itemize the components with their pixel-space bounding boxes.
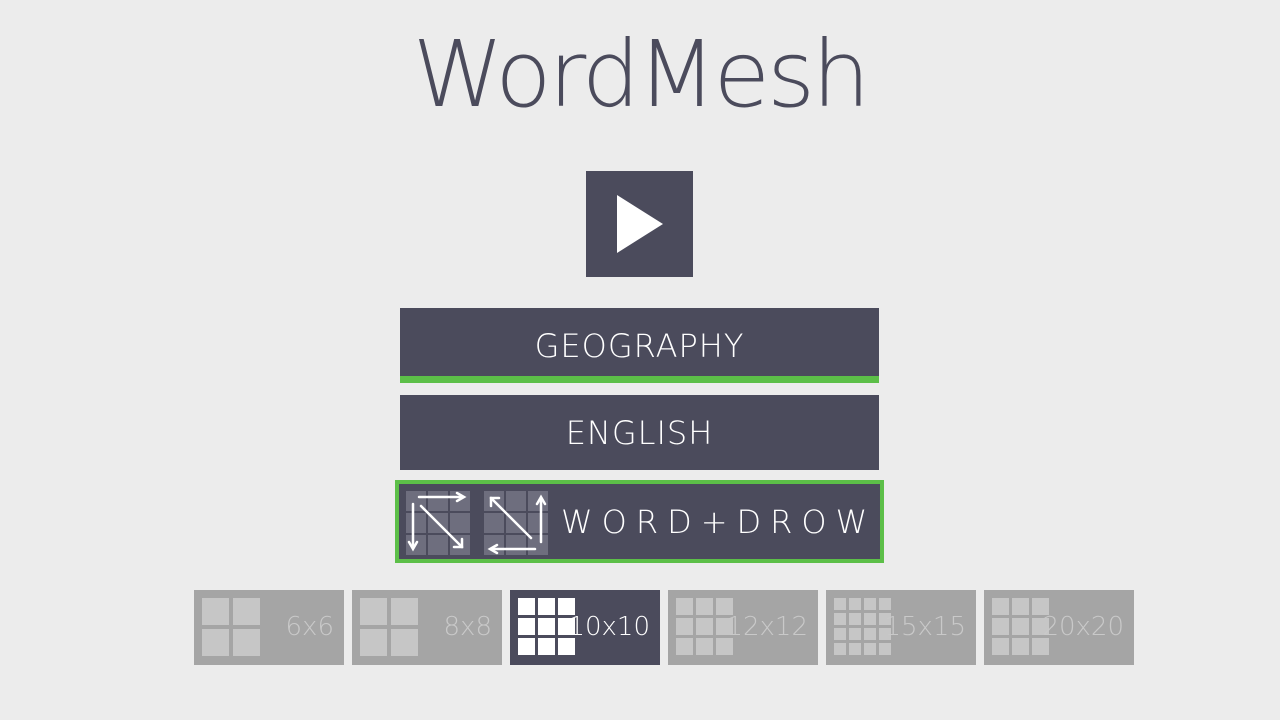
forward-directions-grid-icon [406,491,470,555]
grid-3x3-icon [518,598,575,655]
size-label: 15x15 [884,612,966,642]
grid-3x3-icon [992,598,1049,655]
size-8x8-button[interactable]: 8x8 [352,590,502,665]
reverse-directions-grid-icon [484,491,548,555]
size-6x6-button[interactable]: 6x6 [194,590,344,665]
category-english-button[interactable]: ENGLISH [400,395,879,470]
size-label: 8x8 [443,612,492,642]
category-geography-button[interactable]: GEOGRAPHY [400,308,879,383]
size-label: 10x10 [568,612,650,642]
grid-2x2-icon [202,598,260,656]
word-drow-mode-button[interactable]: WORD+DROW [395,480,884,563]
size-label: 20x20 [1042,612,1124,642]
main-menu-screen: WordMesh GEOGRAPHY ENGLISH WORD+DROW 6x6… [0,0,1280,720]
size-label: 12x12 [726,612,808,642]
play-button[interactable] [586,171,693,277]
play-icon [617,195,663,253]
game-title: WordMesh [412,21,871,128]
size-10x10-button[interactable]: 10x10 [510,590,660,665]
grid-2x2-icon [360,598,418,656]
size-15x15-button[interactable]: 15x15 [826,590,976,665]
size-20x20-button[interactable]: 20x20 [984,590,1134,665]
grid-4x4-icon [834,598,891,655]
grid-3x3-icon [676,598,733,655]
size-12x12-button[interactable]: 12x12 [668,590,818,665]
mode-label: WORD+DROW [561,503,877,541]
size-label: 6x6 [285,612,334,642]
